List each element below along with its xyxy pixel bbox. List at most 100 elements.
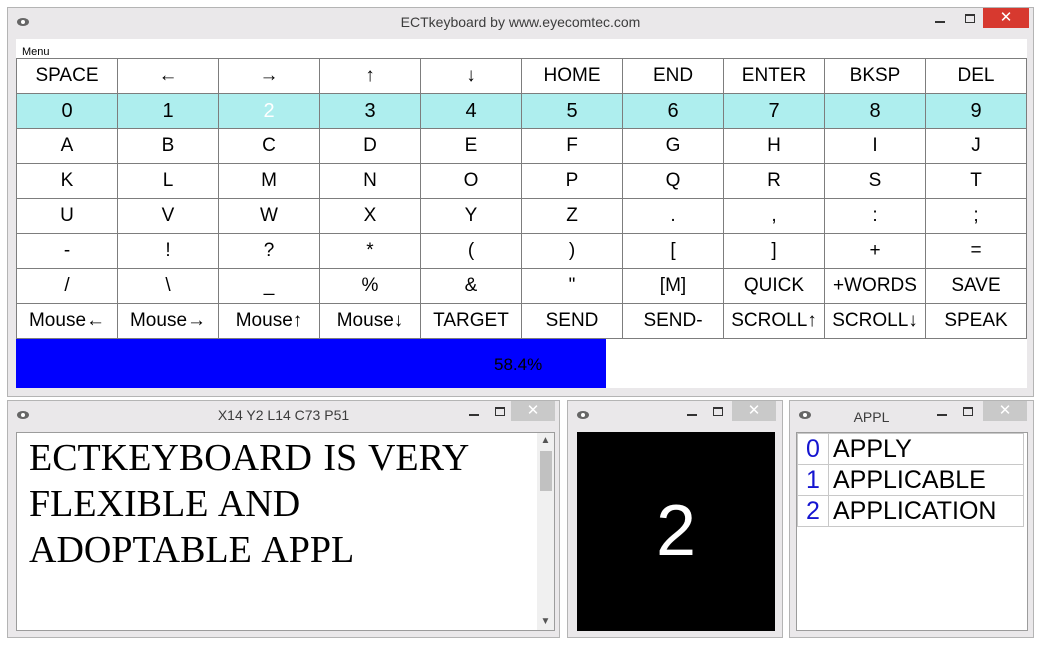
key-button[interactable]: 5	[521, 93, 623, 129]
minimize-button[interactable]	[680, 401, 704, 421]
word-suggestion[interactable]: APPLICATION	[828, 495, 1024, 527]
key-button[interactable]: U	[16, 198, 118, 234]
key-button[interactable]: Mouse→	[117, 303, 219, 339]
scroll-up-icon[interactable]: ▲	[537, 433, 554, 449]
key-button[interactable]: BKSP	[824, 58, 926, 94]
key-button[interactable]: I	[824, 128, 926, 164]
minimize-button[interactable]	[926, 8, 954, 28]
key-button[interactable]: SCROLL↓	[824, 303, 926, 339]
minimize-button[interactable]	[930, 401, 954, 421]
minimize-button[interactable]	[461, 401, 487, 421]
vertical-scrollbar[interactable]: ▲ ▼	[537, 433, 554, 630]
key-button[interactable]: N	[319, 163, 421, 199]
title-bar[interactable]: APPL ✕	[790, 401, 1033, 429]
key-button[interactable]: ?	[218, 233, 320, 269]
key-button[interactable]: X	[319, 198, 421, 234]
key-button[interactable]: ↑	[319, 58, 421, 94]
key-button[interactable]: W	[218, 198, 320, 234]
key-button[interactable]: 0	[16, 93, 118, 129]
key-button[interactable]: /	[16, 268, 118, 304]
key-button[interactable]: A	[16, 128, 118, 164]
key-button[interactable]: R	[723, 163, 825, 199]
key-button[interactable]: DEL	[925, 58, 1027, 94]
close-button[interactable]: ✕	[983, 401, 1027, 421]
key-button[interactable]: S	[824, 163, 926, 199]
key-button[interactable]: _	[218, 268, 320, 304]
key-button[interactable]: %	[319, 268, 421, 304]
key-button[interactable]: O	[420, 163, 522, 199]
key-button[interactable]: H	[723, 128, 825, 164]
maximize-button[interactable]	[956, 401, 980, 421]
key-button[interactable]: 8	[824, 93, 926, 129]
key-button[interactable]: ↓	[420, 58, 522, 94]
title-bar[interactable]: ✕	[568, 401, 782, 429]
key-button[interactable]: -	[16, 233, 118, 269]
key-button[interactable]: 1	[117, 93, 219, 129]
key-button[interactable]: 2	[218, 93, 320, 129]
key-button[interactable]: Z	[521, 198, 623, 234]
key-button[interactable]: F	[521, 128, 623, 164]
key-button[interactable]: TARGET	[420, 303, 522, 339]
title-bar[interactable]: X14 Y2 L14 C73 P51 ✕	[8, 401, 559, 429]
key-button[interactable]: C	[218, 128, 320, 164]
key-button[interactable]: P	[521, 163, 623, 199]
key-button[interactable]: ]	[723, 233, 825, 269]
key-button[interactable]: +	[824, 233, 926, 269]
key-button[interactable]: E	[420, 128, 522, 164]
key-button[interactable]: [M]	[622, 268, 724, 304]
key-button[interactable]: (	[420, 233, 522, 269]
key-button[interactable]: Mouse←	[16, 303, 118, 339]
list-item[interactable]: 0 APPLY	[797, 433, 1024, 465]
key-button[interactable]: HOME	[521, 58, 623, 94]
key-button[interactable]: ENTER	[723, 58, 825, 94]
scroll-thumb[interactable]	[540, 451, 552, 491]
key-button[interactable]: T	[925, 163, 1027, 199]
word-suggestion[interactable]: APPLY	[828, 433, 1024, 465]
key-button[interactable]: ;	[925, 198, 1027, 234]
key-button[interactable]: [	[622, 233, 724, 269]
key-button[interactable]: =	[925, 233, 1027, 269]
key-button[interactable]: L	[117, 163, 219, 199]
key-button[interactable]: SCROLL↑	[723, 303, 825, 339]
key-button[interactable]: :	[824, 198, 926, 234]
text-editor[interactable]: ECTKEYBOARD IS VERY FLEXIBLE AND ADOPTAB…	[16, 432, 555, 631]
word-suggestion[interactable]: APPLICABLE	[828, 464, 1024, 496]
key-button[interactable]: V	[117, 198, 219, 234]
scroll-down-icon[interactable]: ▼	[537, 614, 554, 630]
menu-item[interactable]: Menu	[22, 46, 50, 58]
key-button[interactable]: SPEAK	[925, 303, 1027, 339]
key-button[interactable]: ,	[723, 198, 825, 234]
key-button[interactable]: 4	[420, 93, 522, 129]
close-button[interactable]: ✕	[983, 8, 1029, 28]
key-button[interactable]: END	[622, 58, 724, 94]
key-button[interactable]: 7	[723, 93, 825, 129]
key-button[interactable]: K	[16, 163, 118, 199]
key-button[interactable]: 9	[925, 93, 1027, 129]
key-button[interactable]: SAVE	[925, 268, 1027, 304]
key-button[interactable]: D	[319, 128, 421, 164]
maximize-button[interactable]	[706, 401, 730, 421]
key-button[interactable]: .	[622, 198, 724, 234]
key-button[interactable]: Y	[420, 198, 522, 234]
key-button[interactable]: )	[521, 233, 623, 269]
maximize-button[interactable]	[956, 8, 984, 28]
key-button[interactable]: "	[521, 268, 623, 304]
title-bar[interactable]: ECTkeyboard by www.eyecomtec.com ✕	[8, 8, 1033, 36]
key-button[interactable]: G	[622, 128, 724, 164]
key-button[interactable]: Q	[622, 163, 724, 199]
key-button[interactable]: B	[117, 128, 219, 164]
key-button[interactable]: &	[420, 268, 522, 304]
key-button[interactable]: 3	[319, 93, 421, 129]
key-button[interactable]: →	[218, 58, 320, 94]
key-button[interactable]: \	[117, 268, 219, 304]
key-button[interactable]: SEND	[521, 303, 623, 339]
key-button[interactable]: M	[218, 163, 320, 199]
key-button[interactable]: *	[319, 233, 421, 269]
key-button[interactable]: !	[117, 233, 219, 269]
list-item[interactable]: 2 APPLICATION	[797, 495, 1024, 527]
maximize-button[interactable]	[487, 401, 513, 421]
key-button[interactable]: Mouse↑	[218, 303, 320, 339]
key-button[interactable]: 6	[622, 93, 724, 129]
key-button[interactable]: ←	[117, 58, 219, 94]
key-button[interactable]: J	[925, 128, 1027, 164]
